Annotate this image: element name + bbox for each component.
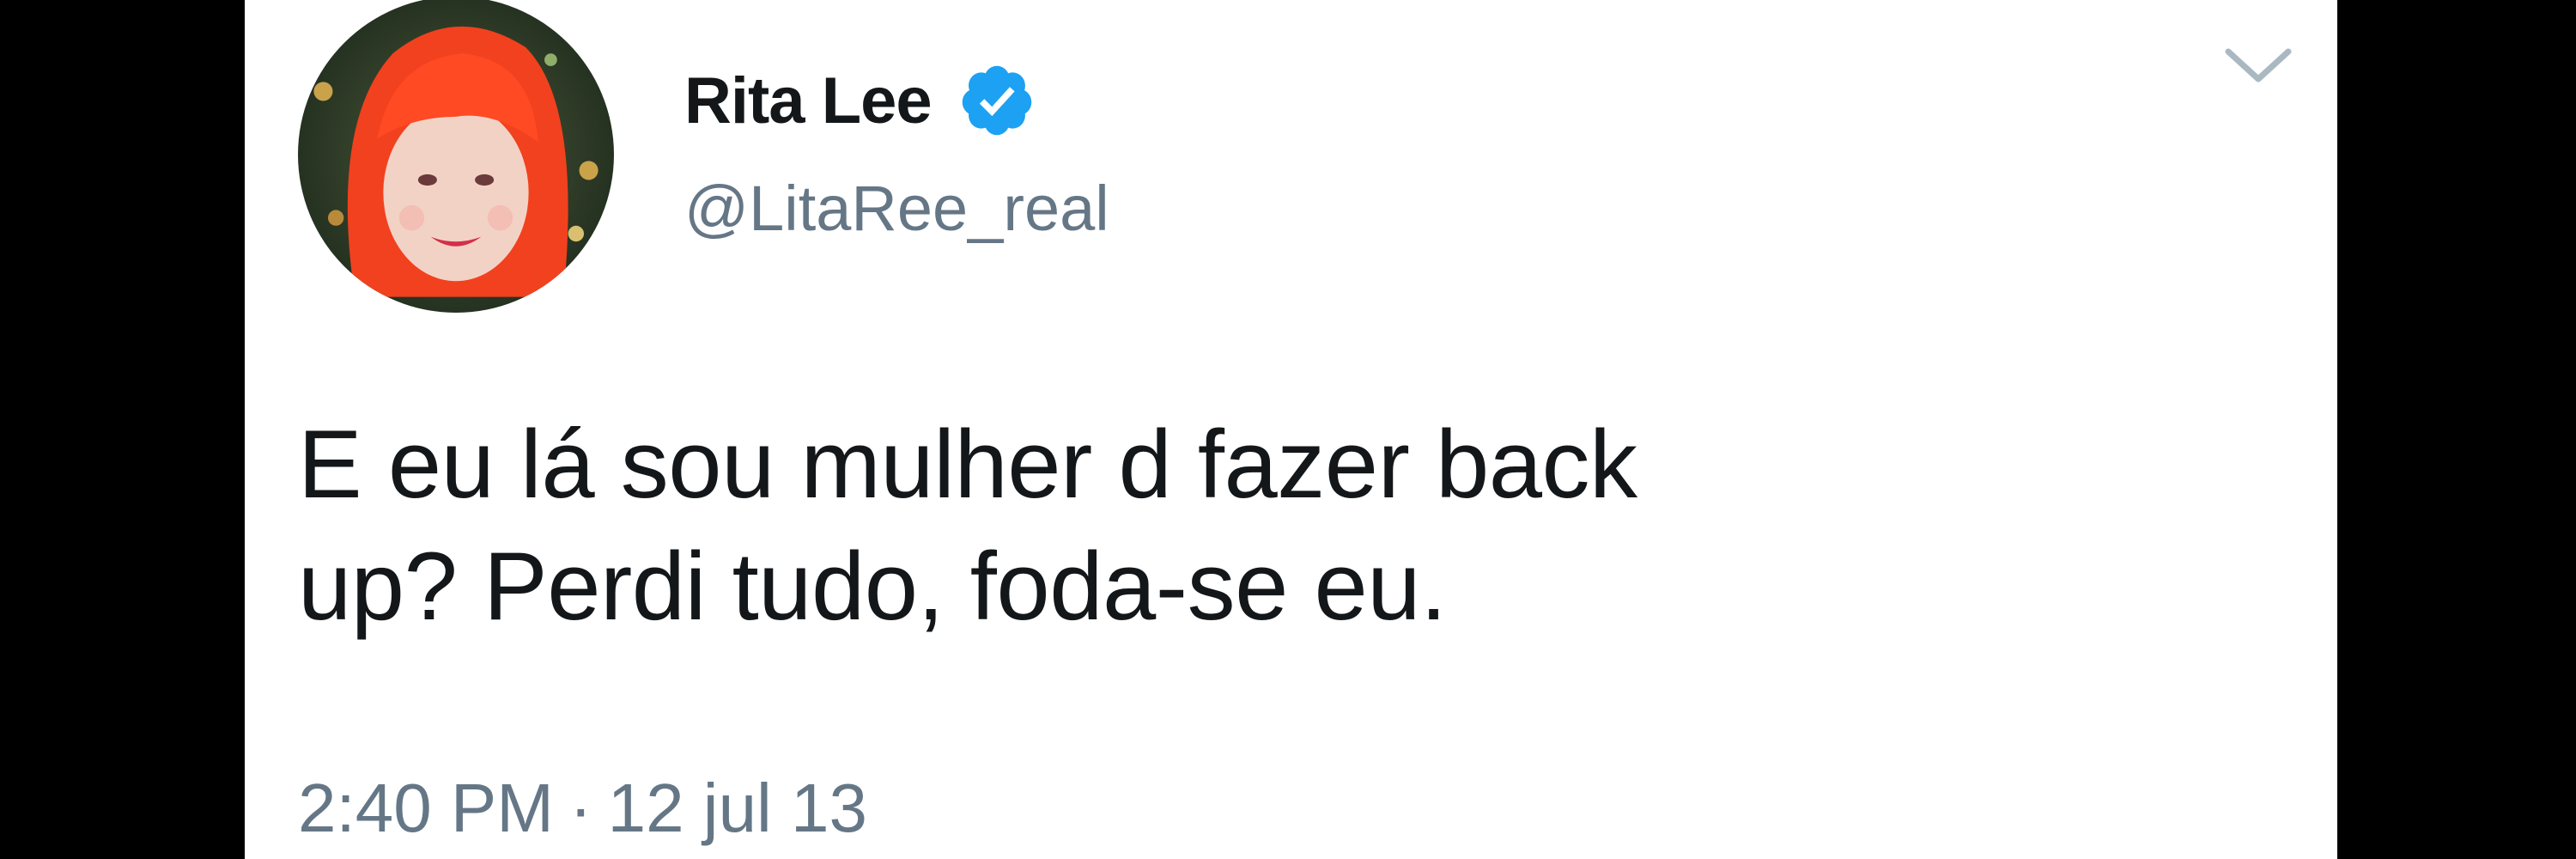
- tweet-time[interactable]: 2:40 PM: [298, 770, 554, 846]
- tweet-card[interactable]: Rita Lee @LitaRee_real E eu lá sou mulhe…: [245, 0, 2337, 859]
- tweet-date[interactable]: 12 jul 13: [608, 770, 867, 846]
- verified-badge-icon: [957, 61, 1036, 140]
- tweet-text-line: E eu lá sou mulher d fazer back: [298, 411, 1637, 518]
- user-handle[interactable]: @LitaRee_real: [684, 172, 1109, 245]
- tweet-text: E eu lá sou mulher d fazer back up? Perd…: [298, 404, 2273, 648]
- chevron-down-icon[interactable]: [2211, 26, 2306, 103]
- screenshot-frame: Rita Lee @LitaRee_real E eu lá sou mulhe…: [0, 0, 2576, 859]
- tweet-text-line: up? Perdi tudo, foda-se eu.: [298, 533, 1447, 640]
- meta-separator: ·: [568, 770, 592, 846]
- tweet-timestamp[interactable]: 2:40 PM · 12 jul 13: [298, 769, 867, 848]
- author-name-row[interactable]: Rita Lee: [684, 53, 1036, 148]
- display-name[interactable]: Rita Lee: [684, 64, 933, 138]
- profile-avatar[interactable]: [298, 0, 614, 313]
- avatar-image: [298, 0, 614, 313]
